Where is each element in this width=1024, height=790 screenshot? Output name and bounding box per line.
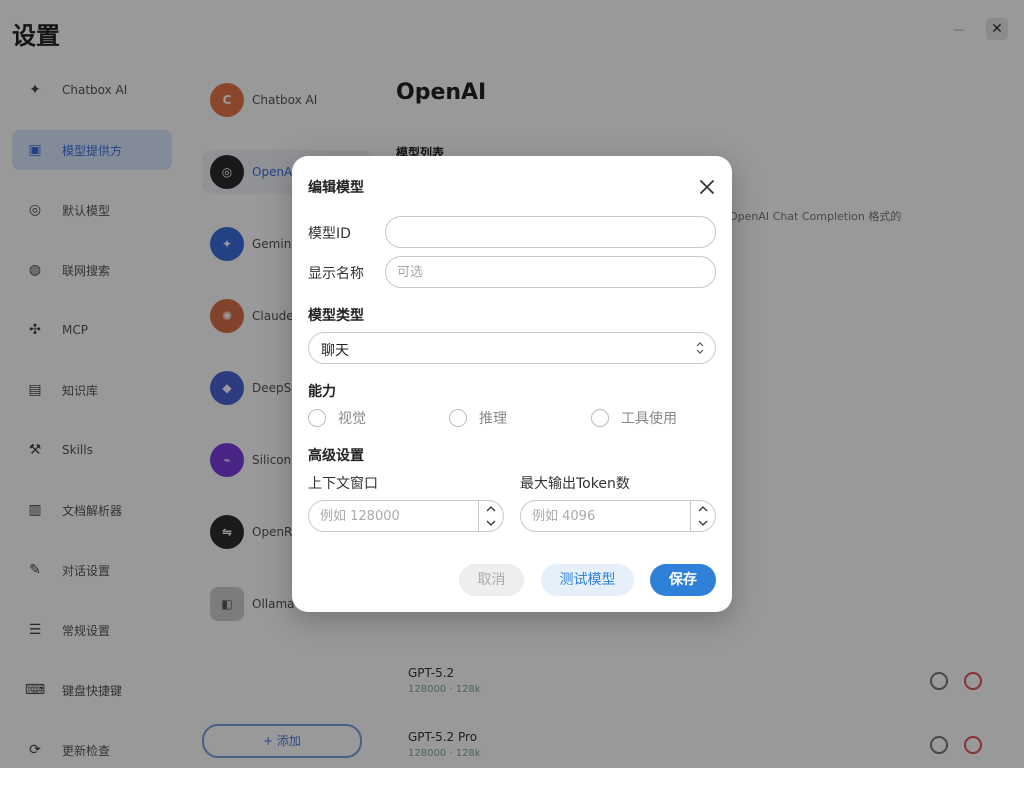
chevron-up-icon[interactable] xyxy=(697,504,709,514)
context-window-input[interactable] xyxy=(309,500,479,532)
chevron-down-icon[interactable] xyxy=(697,518,709,528)
context-window-field xyxy=(308,500,504,532)
chevron-up-icon[interactable] xyxy=(485,504,497,514)
capability-label: 视觉 xyxy=(338,411,366,427)
model-id-input[interactable] xyxy=(385,216,716,248)
display-name-label: 显示名称 xyxy=(308,266,364,282)
number-stepper xyxy=(478,501,503,531)
test-model-button[interactable]: 测试模型 xyxy=(541,564,634,596)
cancel-button[interactable]: 取消 xyxy=(459,564,524,596)
close-icon[interactable] xyxy=(696,176,718,198)
capability-label: 工具使用 xyxy=(621,411,677,427)
context-window-label: 上下文窗口 xyxy=(308,476,378,492)
model-type-heading: 模型类型 xyxy=(308,308,364,324)
model-type-value: 聊天 xyxy=(321,343,349,359)
capability-reasoning[interactable]: 推理 xyxy=(449,408,507,428)
display-name-input[interactable] xyxy=(385,256,716,288)
chevron-down-icon[interactable] xyxy=(485,518,497,528)
chevron-updown-icon xyxy=(696,342,704,354)
capability-label: 推理 xyxy=(479,411,507,427)
advanced-settings-heading: 高级设置 xyxy=(308,448,364,464)
checkbox-icon[interactable] xyxy=(591,409,609,427)
capability-vision[interactable]: 视觉 xyxy=(308,408,366,428)
model-id-label: 模型ID xyxy=(308,226,351,242)
capabilities-heading: 能力 xyxy=(308,384,336,400)
max-output-field xyxy=(520,500,716,532)
dialog-title: 编辑模型 xyxy=(308,180,364,196)
checkbox-icon[interactable] xyxy=(449,409,467,427)
capability-tool-use[interactable]: 工具使用 xyxy=(591,408,677,428)
save-button[interactable]: 保存 xyxy=(650,564,716,596)
max-output-input[interactable] xyxy=(521,500,691,532)
number-stepper xyxy=(690,501,715,531)
max-output-label: 最大输出Token数 xyxy=(520,476,630,492)
checkbox-icon[interactable] xyxy=(308,409,326,427)
model-type-select[interactable]: 聊天 xyxy=(308,332,716,364)
edit-model-dialog: 编辑模型 模型ID 显示名称 模型类型 聊天 能力 视觉 推理 工具使用 高级设… xyxy=(292,156,732,612)
